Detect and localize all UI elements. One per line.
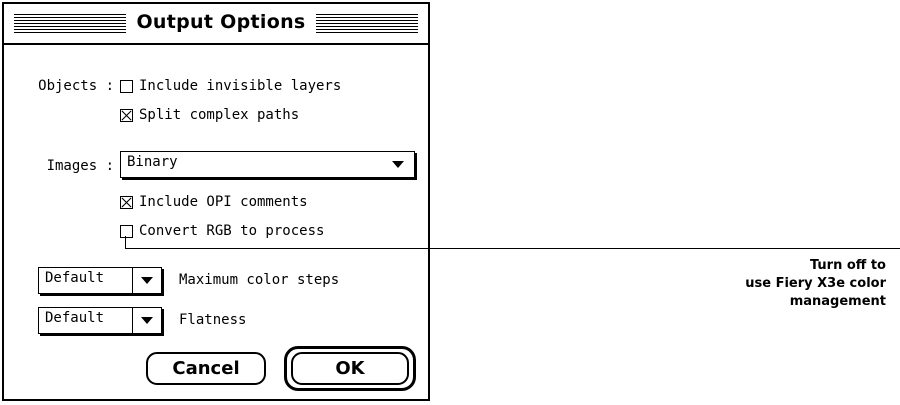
include-invisible-layers-checkbox[interactable] bbox=[120, 80, 133, 93]
objects-label: Objects : bbox=[38, 78, 114, 94]
ok-button-default-ring[interactable]: OK bbox=[284, 346, 416, 391]
chevron-down-icon bbox=[141, 277, 153, 284]
images-label: Images : bbox=[46, 158, 114, 174]
max-color-steps-select[interactable]: Default bbox=[38, 267, 162, 294]
include-opi-comments-checkbox[interactable] bbox=[120, 196, 133, 209]
split-complex-paths-checkbox[interactable] bbox=[120, 109, 133, 122]
images-select[interactable]: Binary bbox=[120, 151, 415, 178]
max-color-steps-value: Default bbox=[45, 270, 105, 286]
split-complex-paths-label: Split complex paths bbox=[139, 107, 300, 123]
callout-line-2: use Fiery X3e color bbox=[745, 276, 886, 291]
chevron-down-icon bbox=[141, 317, 153, 324]
callout-line-3: management bbox=[789, 294, 886, 309]
select-divider bbox=[132, 268, 133, 293]
leader-line-horizontal bbox=[125, 248, 900, 249]
flatness-value: Default bbox=[45, 310, 105, 326]
include-invisible-layers-label: Include invisible layers bbox=[139, 78, 342, 94]
title-bar[interactable]: Output Options bbox=[4, 4, 428, 45]
convert-rgb-to-process-checkbox[interactable] bbox=[120, 225, 133, 238]
flatness-select[interactable]: Default bbox=[38, 307, 162, 334]
select-divider bbox=[132, 308, 133, 333]
flatness-label: Flatness bbox=[179, 312, 247, 328]
output-options-dialog: Output Options Objects : Include invisib… bbox=[2, 2, 430, 401]
callout-note: Turn off to use Fiery X3e color manageme… bbox=[666, 257, 886, 311]
ok-button[interactable]: OK bbox=[291, 352, 409, 385]
chevron-down-icon bbox=[392, 161, 404, 168]
images-select-value: Binary bbox=[127, 154, 178, 170]
include-opi-comments-label: Include OPI comments bbox=[139, 194, 308, 210]
max-color-steps-label: Maximum color steps bbox=[179, 272, 340, 288]
cancel-button[interactable]: Cancel bbox=[146, 352, 266, 385]
title-bar-stripes-right bbox=[316, 14, 418, 33]
callout-line-1: Turn off to bbox=[809, 258, 886, 273]
title-bar-stripes-left bbox=[14, 14, 126, 33]
dialog-title: Output Options bbox=[126, 11, 316, 33]
convert-rgb-to-process-label: Convert RGB to process bbox=[139, 223, 325, 239]
